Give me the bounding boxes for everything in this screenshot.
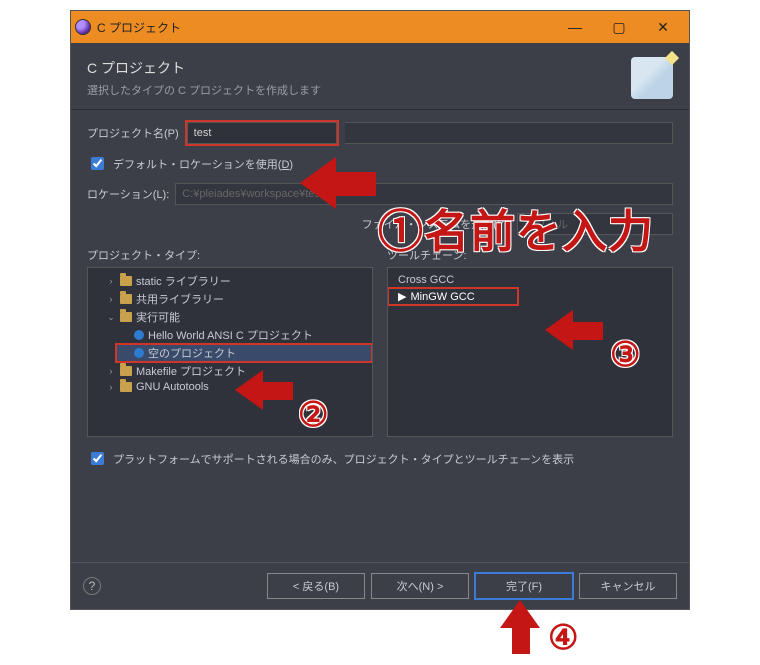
- project-name-input-extend: [345, 122, 673, 144]
- window-title: C プロジェクト: [97, 19, 553, 36]
- dialog-window: C プロジェクト — ▢ ✕ C プロジェクト 選択したタイプの C プロジェク…: [70, 10, 690, 610]
- maximize-button[interactable]: ▢: [597, 12, 641, 42]
- dialog-subtitle: 選択したタイプの C プロジェクトを作成します: [87, 82, 631, 98]
- location-label: ロケーション(L):: [87, 186, 169, 202]
- folder-icon: [120, 276, 132, 286]
- titlebar: C プロジェクト — ▢ ✕: [71, 11, 689, 43]
- platform-filter-box[interactable]: [91, 452, 104, 465]
- folder-icon: [120, 294, 132, 304]
- location-row: ロケーション(L):: [87, 183, 673, 205]
- help-icon[interactable]: ?: [83, 577, 101, 595]
- toolchain-title: ツールチェーン:: [387, 247, 673, 263]
- tree-empty-project[interactable]: 空のプロジェクト: [116, 344, 372, 362]
- template-icon: [134, 348, 144, 358]
- template-icon: [134, 330, 144, 340]
- use-default-location-box[interactable]: [91, 157, 104, 170]
- tree-executable[interactable]: ⌄実行可能: [102, 308, 372, 326]
- tree-static-lib[interactable]: ›static ライブラリー: [102, 272, 372, 290]
- dialog-header: C プロジェクト 選択したタイプの C プロジェクトを作成します: [71, 43, 689, 110]
- back-button[interactable]: < 戻る(B): [267, 573, 365, 599]
- filesystem-select: [517, 213, 673, 235]
- wizard-banner-icon: [631, 57, 673, 99]
- dialog-footer: ? < 戻る(B) 次へ(N) > 完了(F) キャンセル: [71, 562, 689, 609]
- wizard-button-bar: < 戻る(B) 次へ(N) > 完了(F) キャンセル: [267, 573, 677, 599]
- platform-filter-label: プラットフォームでサポートされる場合のみ、プロジェクト・タイプとツールチェーンを…: [113, 451, 574, 467]
- finish-button[interactable]: 完了(F): [475, 573, 573, 599]
- platform-filter-checkbox[interactable]: プラットフォームでサポートされる場合のみ、プロジェクト・タイプとツールチェーンを…: [87, 449, 673, 468]
- toolchain-mingw-gcc[interactable]: ▶ MinGW GCC: [388, 288, 518, 305]
- dialog-title: C プロジェクト: [87, 58, 631, 78]
- tree-shared-lib[interactable]: ›共用ライブラリー: [102, 290, 372, 308]
- folder-icon: [120, 312, 132, 322]
- project-type-tree[interactable]: ›static ライブラリー ›共用ライブラリー ⌄実行可能 Hello Wor…: [87, 267, 373, 437]
- minimize-button[interactable]: —: [553, 12, 597, 42]
- dialog-body: プロジェクト名(P) デフォルト・ロケーションを使用(D) ロケーション(L):…: [71, 110, 689, 478]
- eclipse-icon: [75, 19, 91, 35]
- project-name-row: プロジェクト名(P): [87, 120, 673, 146]
- folder-icon: [120, 366, 132, 376]
- project-type-column: プロジェクト・タイプ: ›static ライブラリー ›共用ライブラリー ⌄実行…: [87, 247, 373, 437]
- filesystem-row: ファイル・システムを選択(Y):: [87, 213, 673, 235]
- type-toolchain-columns: プロジェクト・タイプ: ›static ライブラリー ›共用ライブラリー ⌄実行…: [87, 247, 673, 437]
- next-button[interactable]: 次へ(N) >: [371, 573, 469, 599]
- close-button[interactable]: ✕: [641, 12, 685, 42]
- cancel-button[interactable]: キャンセル: [579, 573, 677, 599]
- use-default-location-checkbox[interactable]: デフォルト・ロケーションを使用(D): [87, 154, 673, 173]
- project-name-label: プロジェクト名(P): [87, 125, 179, 141]
- annotation-num-2: ②: [298, 395, 328, 435]
- project-name-input[interactable]: [187, 122, 337, 144]
- annotation-num-3: ③: [610, 335, 640, 375]
- toolchain-cross-gcc[interactable]: Cross GCC: [388, 272, 672, 288]
- location-input: [175, 183, 673, 205]
- use-default-location-label: デフォルト・ロケーションを使用(D): [113, 156, 293, 172]
- tree-hello-world[interactable]: Hello World ANSI C プロジェクト: [116, 326, 372, 344]
- project-type-title: プロジェクト・タイプ:: [87, 247, 373, 263]
- annotation-num-4: ④: [548, 618, 578, 658]
- folder-icon: [120, 382, 132, 392]
- filesystem-label: ファイル・システムを選択(Y):: [362, 216, 511, 232]
